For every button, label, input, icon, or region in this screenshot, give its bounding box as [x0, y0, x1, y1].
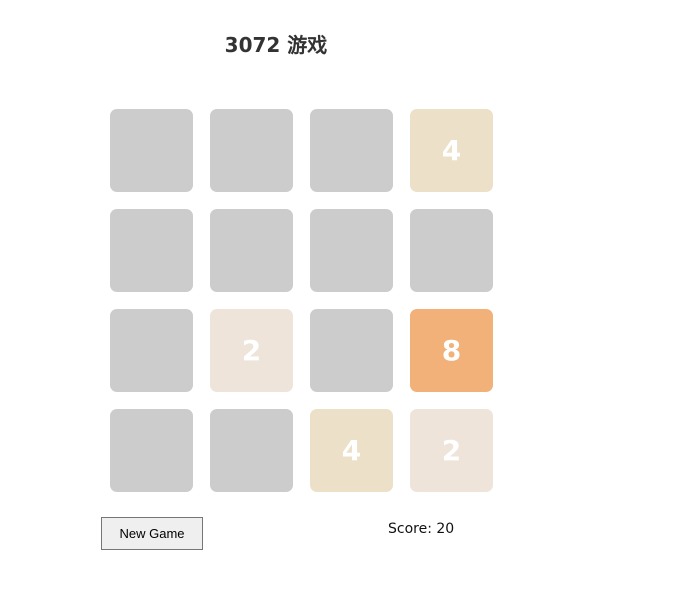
score-display: Score: 20	[388, 519, 454, 539]
empty-cell	[110, 109, 193, 192]
game-title: 3072 游戏	[224, 33, 328, 57]
empty-cell	[110, 309, 193, 392]
tile-4: 4	[310, 409, 393, 492]
empty-cell	[210, 409, 293, 492]
tile-8: 8	[410, 309, 493, 392]
tile-2: 2	[210, 309, 293, 392]
score-value: 20	[436, 521, 455, 537]
empty-cell	[110, 409, 193, 492]
empty-cell	[310, 209, 393, 292]
tile-2: 2	[410, 409, 493, 492]
empty-cell	[210, 109, 293, 192]
new-game-button[interactable]: New Game	[101, 517, 203, 550]
empty-cell	[210, 209, 293, 292]
empty-cell	[110, 209, 193, 292]
score-label: Score:	[388, 521, 437, 537]
tile-4: 4	[410, 109, 493, 192]
empty-cell	[310, 309, 393, 392]
empty-cell	[410, 209, 493, 292]
game-board: 42842	[110, 109, 493, 492]
empty-cell	[310, 109, 393, 192]
